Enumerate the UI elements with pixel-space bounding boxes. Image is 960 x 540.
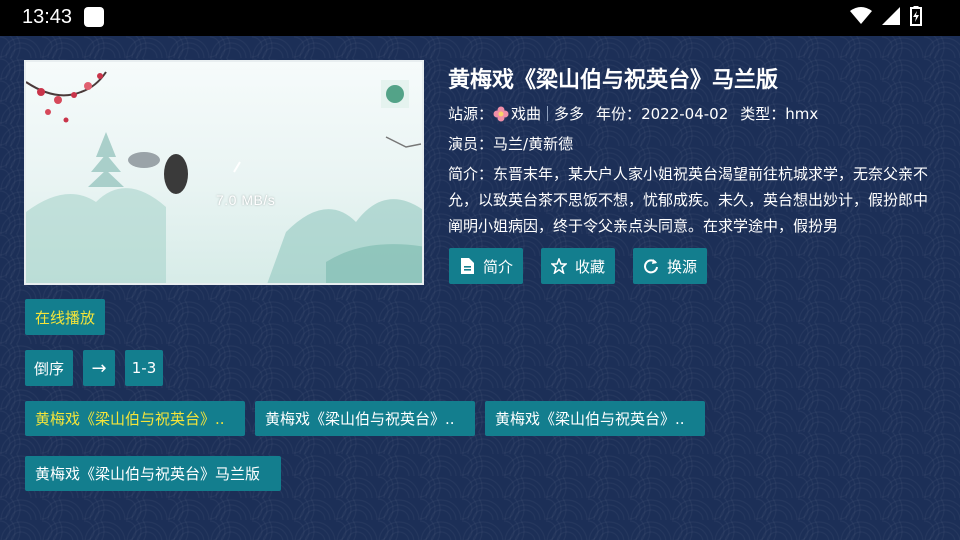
actors-label: 演员：	[448, 135, 494, 153]
favorite-button-label: 收藏	[574, 257, 605, 276]
flower-icon	[493, 106, 509, 122]
notification-icon	[84, 7, 104, 27]
status-bar: 13:43	[0, 0, 960, 36]
online-play-tab[interactable]: 在线播放	[25, 299, 105, 335]
meta-row: 站源： 戏曲 多多 年份： 2022-04-02 类型： hmx	[448, 103, 948, 124]
actors-value: 马兰/黄新德	[493, 135, 574, 153]
intro-value: 东晋末年，某大户人家小姐祝英台渴望前往杭城求学，无奈父亲不允，以致英台茶不思饭不…	[448, 165, 929, 235]
video-artwork	[26, 71, 422, 283]
type-value: hmx	[785, 104, 819, 123]
favorite-button[interactable]: 收藏	[541, 248, 615, 284]
page-title: 黄梅戏《梁山伯与祝英台》马兰版	[448, 68, 779, 93]
signal-icon	[882, 7, 900, 25]
battery-charging-icon	[910, 6, 922, 26]
switch-source-button[interactable]: 换源	[633, 248, 707, 284]
site-label: 站源：	[448, 105, 494, 123]
intro-text: 简介：东晋末年，某大户人家小姐祝英台渴望前往杭城求学，无奈父亲不允，以致英台茶不…	[448, 161, 938, 239]
download-speed: 7.0 MB/s	[216, 192, 276, 208]
star-icon	[550, 258, 567, 274]
site-value: 戏曲	[511, 105, 542, 123]
episode-item[interactable]: 黄梅戏《梁山伯与祝英台》..	[25, 401, 245, 436]
year-label: 年份：	[596, 105, 642, 123]
arrow-button[interactable]: →	[83, 350, 115, 386]
range-button[interactable]: 1-3	[125, 350, 163, 386]
episode-item[interactable]: 黄梅戏《梁山伯与祝英台》..	[255, 401, 475, 436]
intro-button-label: 简介	[482, 257, 513, 276]
year-value: 2022-04-02	[641, 104, 729, 123]
status-time: 13:43	[22, 6, 73, 28]
wifi-icon	[850, 7, 872, 24]
refresh-icon	[643, 258, 659, 274]
reverse-order-button[interactable]: 倒序	[25, 350, 73, 386]
document-icon	[459, 258, 475, 274]
type-label: 类型：	[740, 105, 786, 123]
switch-source-button-label: 换源	[666, 257, 697, 276]
actors-row: 演员：马兰/黄新德	[448, 133, 573, 154]
episode-item[interactable]: 黄梅戏《梁山伯与祝英台》..	[485, 401, 705, 436]
episode-item[interactable]: 黄梅戏《梁山伯与祝英台》马兰版	[25, 456, 281, 491]
site-sub: 多多	[554, 105, 585, 123]
status-icons	[850, 6, 922, 26]
divider	[547, 106, 549, 121]
intro-label: 简介：	[448, 165, 494, 183]
intro-button[interactable]: 简介	[449, 248, 523, 284]
video-player[interactable]: 7.0 MB/s	[24, 60, 424, 285]
